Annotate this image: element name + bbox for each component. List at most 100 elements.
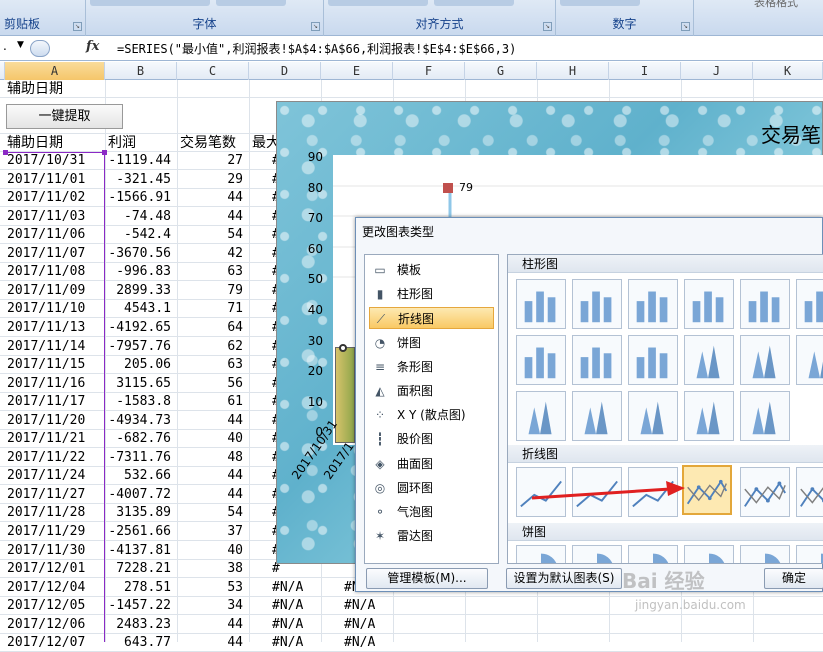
table-cell[interactable]: 2017/11/28 xyxy=(7,504,103,522)
table-cell[interactable]: -321.45 xyxy=(108,171,174,189)
chart-category-3[interactable]: ◔ 饼图 xyxy=(369,332,494,354)
table-cell[interactable]: 2017/11/14 xyxy=(7,338,103,356)
table-cell[interactable]: 40 xyxy=(180,430,246,448)
column-subtype-thumb[interactable] xyxy=(684,335,734,385)
chevron-down-icon[interactable]: ▼ xyxy=(17,40,24,50)
table-cell[interactable]: 56 xyxy=(180,375,246,393)
table-cell[interactable]: 54 xyxy=(180,226,246,244)
column-subtype-thumb[interactable] xyxy=(628,391,678,441)
table-cell[interactable]: -4137.81 xyxy=(108,542,174,560)
table-cell[interactable]: 2017/10/31 xyxy=(7,152,103,170)
column-subtype-thumb[interactable] xyxy=(796,279,823,329)
dialog-launcher-icon[interactable]: ↘ xyxy=(311,22,320,31)
table-cell[interactable]: 2017/11/16 xyxy=(7,375,103,393)
dialog-launcher-icon[interactable]: ↘ xyxy=(543,22,552,31)
column-subtype-thumb[interactable] xyxy=(516,279,566,329)
pie-subtype-thumb[interactable] xyxy=(796,545,823,563)
table-cell[interactable]: 2017/11/01 xyxy=(7,171,103,189)
header-cell[interactable]: 最大 xyxy=(252,134,276,152)
column-subtype-thumb[interactable] xyxy=(684,279,734,329)
table-cell[interactable]: 2017/11/10 xyxy=(7,300,103,318)
table-cell[interactable]: 532.66 xyxy=(108,467,174,485)
column-header-e[interactable]: E xyxy=(321,62,393,80)
name-box[interactable]: . xyxy=(0,39,30,58)
column-bar[interactable] xyxy=(335,347,355,443)
table-cell[interactable]: 63 xyxy=(180,356,246,374)
column-subtype-thumb[interactable] xyxy=(572,391,622,441)
ok-button[interactable]: 确定 xyxy=(764,568,823,589)
table-cell[interactable]: -4192.65 xyxy=(108,319,174,337)
dialog-launcher-icon[interactable]: ↘ xyxy=(73,22,82,31)
table-cell[interactable]: 2017/11/17 xyxy=(7,393,103,411)
table-cell[interactable]: 2017/11/09 xyxy=(7,282,103,300)
table-cell[interactable]: 48 xyxy=(180,449,246,467)
table-cell[interactable]: 2017/12/07 xyxy=(7,634,103,652)
table-cell[interactable]: #N/A xyxy=(272,597,338,615)
table-cell[interactable]: 278.51 xyxy=(108,579,174,597)
column-header-g[interactable]: G xyxy=(465,62,537,80)
table-cell[interactable]: 2899.33 xyxy=(108,282,174,300)
table-cell[interactable]: 61 xyxy=(180,393,246,411)
pie-subtype-thumb[interactable] xyxy=(740,545,790,563)
table-cell[interactable]: -4934.73 xyxy=(108,412,174,430)
table-cell[interactable]: -542.4 xyxy=(108,226,174,244)
chart-category-4[interactable]: ≡ 条形图 xyxy=(369,356,494,378)
table-cell[interactable]: 2017/11/08 xyxy=(7,263,103,281)
chart-category-9[interactable]: ◎ 圆环图 xyxy=(369,477,494,499)
table-cell[interactable]: 3115.65 xyxy=(108,375,174,393)
manage-templates-button[interactable]: 管理模板(M)... xyxy=(366,568,488,589)
line-subtype-thumb[interactable] xyxy=(796,467,823,517)
table-cell[interactable]: 2017/11/29 xyxy=(7,523,103,541)
table-cell[interactable]: -2561.66 xyxy=(108,523,174,541)
table-cell[interactable]: -682.76 xyxy=(108,430,174,448)
column-subtype-thumb[interactable] xyxy=(572,279,622,329)
table-cell[interactable]: 643.77 xyxy=(108,634,174,652)
chart-title[interactable]: 交易笔 xyxy=(761,119,821,148)
header-cell[interactable]: 交易笔数 xyxy=(180,134,248,152)
table-cell[interactable]: 2017/11/30 xyxy=(7,542,103,560)
table-cell[interactable]: 2017/11/13 xyxy=(7,319,103,337)
table-cell[interactable]: 53 xyxy=(180,579,246,597)
column-header-a[interactable]: A xyxy=(5,62,105,80)
table-cell[interactable]: 44 xyxy=(180,208,246,226)
column-subtype-thumb[interactable] xyxy=(628,279,678,329)
header-cell[interactable]: 利润 xyxy=(108,134,176,152)
table-cell[interactable]: 205.06 xyxy=(108,356,174,374)
column-subtype-thumb[interactable] xyxy=(740,335,790,385)
table-cell[interactable]: 4543.1 xyxy=(108,300,174,318)
chart-category-6[interactable]: ⁘ X Y (散点图) xyxy=(369,404,494,426)
column-header-i[interactable]: I xyxy=(609,62,681,80)
column-subtype-thumb[interactable] xyxy=(516,335,566,385)
column-header-b[interactable]: B xyxy=(105,62,177,80)
table-cell[interactable]: 29 xyxy=(180,171,246,189)
chart-category-0[interactable]: ▭ 模板 xyxy=(369,259,494,281)
table-cell[interactable]: 37 xyxy=(180,523,246,541)
cell-a1[interactable]: 辅助日期 xyxy=(7,80,107,98)
column-header-d[interactable]: D xyxy=(249,62,321,80)
table-cell[interactable]: #N/A xyxy=(272,634,338,652)
pie-subtype-thumb[interactable] xyxy=(628,545,678,563)
table-cell[interactable]: 3135.89 xyxy=(108,504,174,522)
pie-subtype-thumb[interactable] xyxy=(516,545,566,563)
table-cell[interactable]: -74.48 xyxy=(108,208,174,226)
column-subtype-thumb[interactable] xyxy=(740,279,790,329)
table-cell[interactable]: 40 xyxy=(180,542,246,560)
table-cell[interactable]: 34 xyxy=(180,597,246,615)
table-cell[interactable]: 44 xyxy=(180,189,246,207)
table-cell[interactable]: -1583.8 xyxy=(108,393,174,411)
table-cell[interactable]: #N/A xyxy=(344,616,410,634)
table-cell[interactable]: 2017/12/01 xyxy=(7,560,103,578)
table-cell[interactable]: 44 xyxy=(180,467,246,485)
extract-button[interactable]: 一键提取 xyxy=(6,104,123,129)
chart-category-10[interactable]: ⚬ 气泡图 xyxy=(369,501,494,523)
table-cell[interactable]: -7957.76 xyxy=(108,338,174,356)
pie-subtype-thumb[interactable] xyxy=(684,545,734,563)
column-header-c[interactable]: C xyxy=(177,62,249,80)
column-header-h[interactable]: H xyxy=(537,62,609,80)
table-cell[interactable]: 2017/11/15 xyxy=(7,356,103,374)
max-point-marker[interactable] xyxy=(443,183,453,193)
table-cell[interactable]: 42 xyxy=(180,245,246,263)
table-cell[interactable]: 2017/12/05 xyxy=(7,597,103,615)
table-cell[interactable]: 7228.21 xyxy=(108,560,174,578)
insert-function-icon[interactable]: fx xyxy=(86,39,99,54)
